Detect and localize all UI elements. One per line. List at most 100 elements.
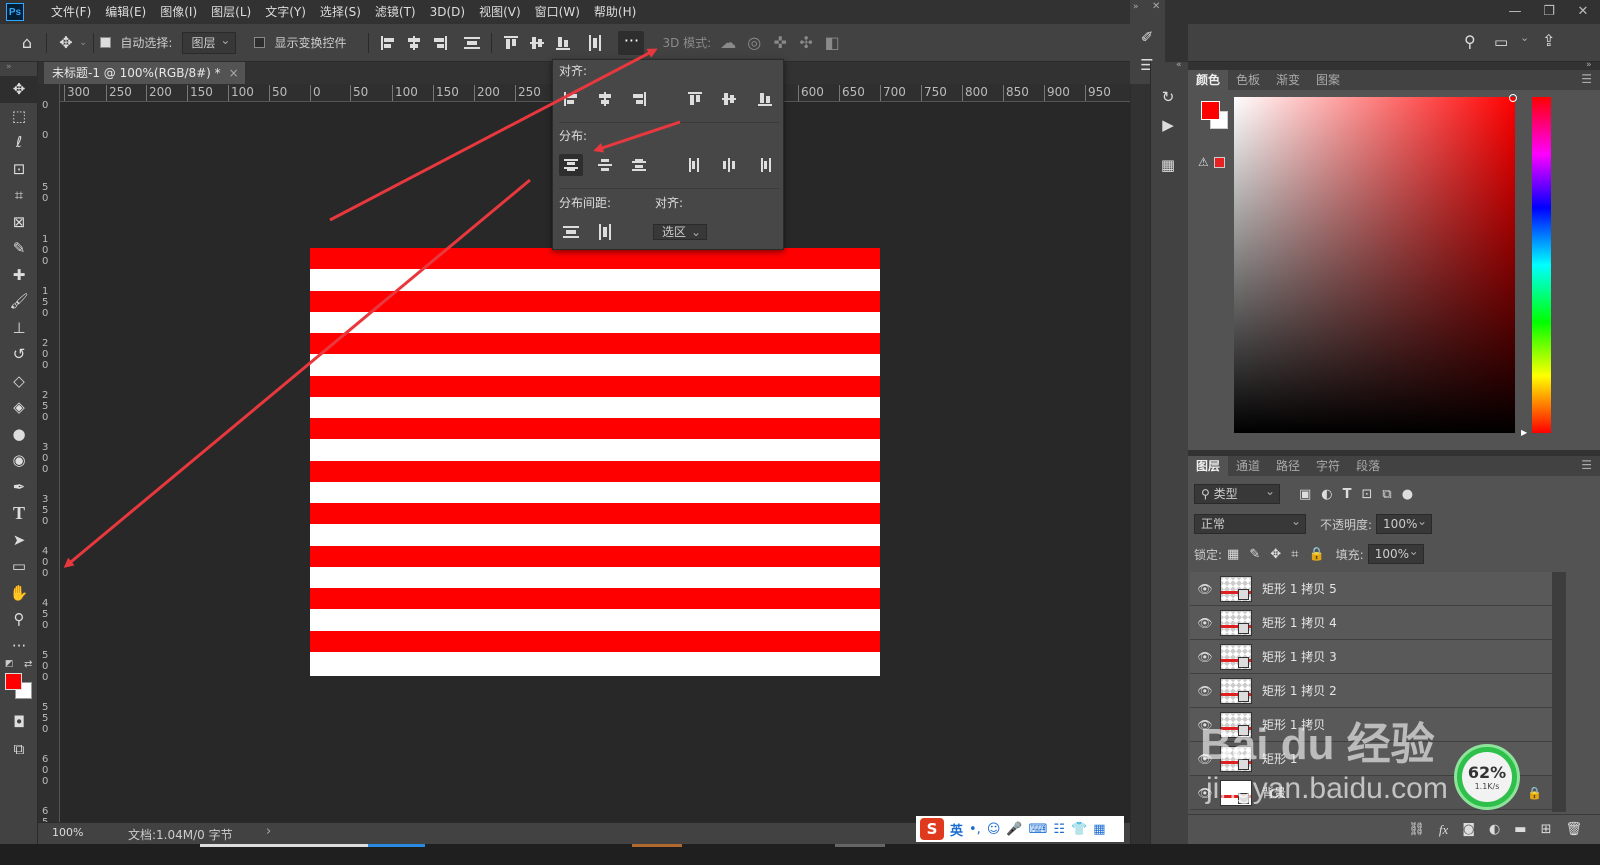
rectangle-tool-icon[interactable]: ▭ xyxy=(0,553,38,580)
filter-type-icon[interactable]: T xyxy=(1343,487,1352,502)
workspace-icon[interactable]: ▭ xyxy=(1494,33,1508,51)
dodge-tool-icon[interactable]: ◉ xyxy=(0,447,38,474)
align-horizontal-centers-icon[interactable] xyxy=(593,88,617,110)
layer-name[interactable]: 矩形 1 拷贝 3 xyxy=(1262,648,1337,665)
search-icon[interactable]: ⚲ xyxy=(1464,32,1476,51)
blur-tool-icon[interactable]: ● xyxy=(0,421,38,448)
align-bottom-icon[interactable] xyxy=(550,33,576,53)
chevron-right-icon[interactable]: › xyxy=(266,824,271,839)
gamut-color-swatch[interactable] xyxy=(1214,157,1225,168)
visibility-eye-icon[interactable]: 👁 xyxy=(1190,786,1220,800)
menu-grid-icon[interactable]: ▦ xyxy=(1093,822,1105,837)
properties-icon[interactable]: ▦ xyxy=(1153,152,1183,178)
document-canvas[interactable] xyxy=(310,248,880,676)
visibility-eye-icon[interactable]: 👁 xyxy=(1190,616,1220,630)
distribute-right-edges-icon[interactable] xyxy=(753,154,777,176)
visibility-eye-icon[interactable]: 👁 xyxy=(1190,684,1220,698)
close-icon[interactable]: ✕ xyxy=(1566,0,1600,24)
menu-edit[interactable]: 编辑(E) xyxy=(98,0,153,24)
adjustment-layer-icon[interactable]: ◐ xyxy=(1489,822,1500,837)
color-picker-marker[interactable] xyxy=(1509,94,1517,102)
minimize-icon[interactable]: — xyxy=(1498,0,1532,24)
layer-row[interactable]: 👁 矩形 1 拷贝 xyxy=(1190,708,1552,742)
tab-channels[interactable]: 通道 xyxy=(1228,456,1268,476)
move-tool-icon[interactable]: ✥ xyxy=(53,33,79,52)
tab-gradients[interactable]: 渐变 xyxy=(1268,70,1308,90)
keyboard-icon[interactable]: ⌨ xyxy=(1029,822,1048,837)
align-vertical-centers-icon[interactable] xyxy=(717,88,741,110)
object-select-tool-icon[interactable]: ⊡ xyxy=(0,156,38,183)
align-right-edges-icon[interactable] xyxy=(627,88,651,110)
menu-layer[interactable]: 图层(L) xyxy=(204,0,258,24)
3d-pan-icon[interactable]: ✜ xyxy=(767,33,793,52)
layer-row[interactable]: 👁 矩形 1 拷贝 4 xyxy=(1190,606,1552,640)
layers-scrollbar[interactable] xyxy=(1552,572,1566,812)
fill-input[interactable]: 100% xyxy=(1367,542,1424,564)
filter-smart-object-icon[interactable]: ⧉ xyxy=(1382,487,1391,502)
foreground-color-swatch[interactable] xyxy=(1201,101,1220,120)
layer-name[interactable]: 矩形 1 拷贝 2 xyxy=(1262,682,1337,699)
menu-filter[interactable]: 滤镜(T) xyxy=(368,0,423,24)
ime-language[interactable]: 英 xyxy=(950,820,963,839)
move-tool-icon[interactable]: ✥ xyxy=(0,76,38,103)
collapse-icon[interactable]: » xyxy=(0,62,37,76)
brush-tool-icon[interactable]: 🖌 xyxy=(0,288,38,315)
distribute-bottom-edges-icon[interactable] xyxy=(627,154,651,176)
align-top-edges-icon[interactable] xyxy=(683,88,707,110)
align-top-icon[interactable] xyxy=(498,33,524,53)
tab-color[interactable]: 颜色 xyxy=(1188,70,1229,90)
lock-all-icon[interactable]: 🔒 xyxy=(1308,547,1324,562)
3d-slide-icon[interactable]: ✣ xyxy=(793,33,819,52)
visibility-eye-icon[interactable]: 👁 xyxy=(1190,752,1220,766)
align-vcenter-icon[interactable] xyxy=(524,33,550,53)
align-left-edges-icon[interactable] xyxy=(559,88,583,110)
hue-marker-icon[interactable]: ▶ xyxy=(1521,428,1527,437)
layer-filter-dropdown[interactable]: ⚲ 类型 xyxy=(1194,482,1280,504)
blend-mode-dropdown[interactable]: 正常 xyxy=(1194,512,1306,534)
distribute-vertical-centers-icon[interactable] xyxy=(593,154,617,176)
distribute-vertical-spacing-icon[interactable] xyxy=(559,221,583,243)
3d-roll-icon[interactable]: ◎ xyxy=(741,33,767,52)
voice-icon[interactable]: 🎤 xyxy=(1006,822,1022,837)
layer-name[interactable]: 矩形 1 拷贝 xyxy=(1262,716,1325,733)
hue-slider[interactable] xyxy=(1532,97,1551,433)
menu-help[interactable]: 帮助(H) xyxy=(587,0,643,24)
opacity-input[interactable]: 100% xyxy=(1376,512,1433,534)
history-brush-tool-icon[interactable]: ↺ xyxy=(0,341,38,368)
path-select-tool-icon[interactable]: ➤ xyxy=(0,527,38,554)
tab-character[interactable]: 字符 xyxy=(1308,456,1348,476)
menu-file[interactable]: 文件(F) xyxy=(44,0,98,24)
lasso-tool-icon[interactable]: ℓ xyxy=(0,129,38,156)
distribute-left-edges-icon[interactable] xyxy=(683,154,707,176)
auto-select-target-dropdown[interactable]: 图层 xyxy=(182,30,237,54)
lock-transparent-icon[interactable]: ▦ xyxy=(1227,547,1239,562)
skin-icon[interactable]: 👕 xyxy=(1071,822,1087,837)
tools-icon[interactable]: ☷ xyxy=(1053,822,1065,837)
link-layers-icon[interactable]: ⛓ xyxy=(1408,822,1425,837)
distribute-horizontal-icon[interactable] xyxy=(459,33,485,53)
layer-name[interactable]: 背景 xyxy=(1262,784,1286,801)
layer-name[interactable]: 矩形 1 xyxy=(1262,750,1297,767)
share-icon[interactable]: ⇪ xyxy=(1542,31,1555,50)
color-field[interactable] xyxy=(1234,97,1515,433)
pen-tool-icon[interactable]: ✒ xyxy=(0,474,38,501)
zoom-level[interactable]: 100% xyxy=(52,826,83,839)
filter-adjustment-icon[interactable]: ◐ xyxy=(1321,487,1332,502)
crop-tool-icon[interactable]: ⌗ xyxy=(0,182,38,209)
align-left-icon[interactable] xyxy=(375,33,401,53)
add-mask-icon[interactable]: ◙ xyxy=(1462,822,1475,837)
align-to-dropdown[interactable]: 选区 xyxy=(653,224,708,240)
network-speed-badge[interactable]: 62% 1.1K/s xyxy=(1454,744,1520,810)
layer-name[interactable]: 矩形 1 拷贝 4 xyxy=(1262,614,1337,631)
more-options-button[interactable]: ··· xyxy=(618,30,645,55)
tab-paragraph[interactable]: 段落 xyxy=(1348,456,1388,476)
zoom-tool-icon[interactable]: ⚲ xyxy=(0,606,38,633)
expand-icon[interactable]: » xyxy=(1133,2,1139,12)
menu-view[interactable]: 视图(V) xyxy=(472,0,528,24)
distribute-top-edges-icon[interactable] xyxy=(559,154,583,176)
show-transform-checkbox[interactable] xyxy=(254,37,266,48)
stamp-tool-icon[interactable]: ⊥ xyxy=(0,315,38,342)
history-icon[interactable]: ↻ xyxy=(1153,84,1183,110)
document-tab[interactable]: 未标题-1 @ 100%(RGB/8#) * × xyxy=(44,62,245,84)
close-tab-icon[interactable]: × xyxy=(229,62,239,84)
